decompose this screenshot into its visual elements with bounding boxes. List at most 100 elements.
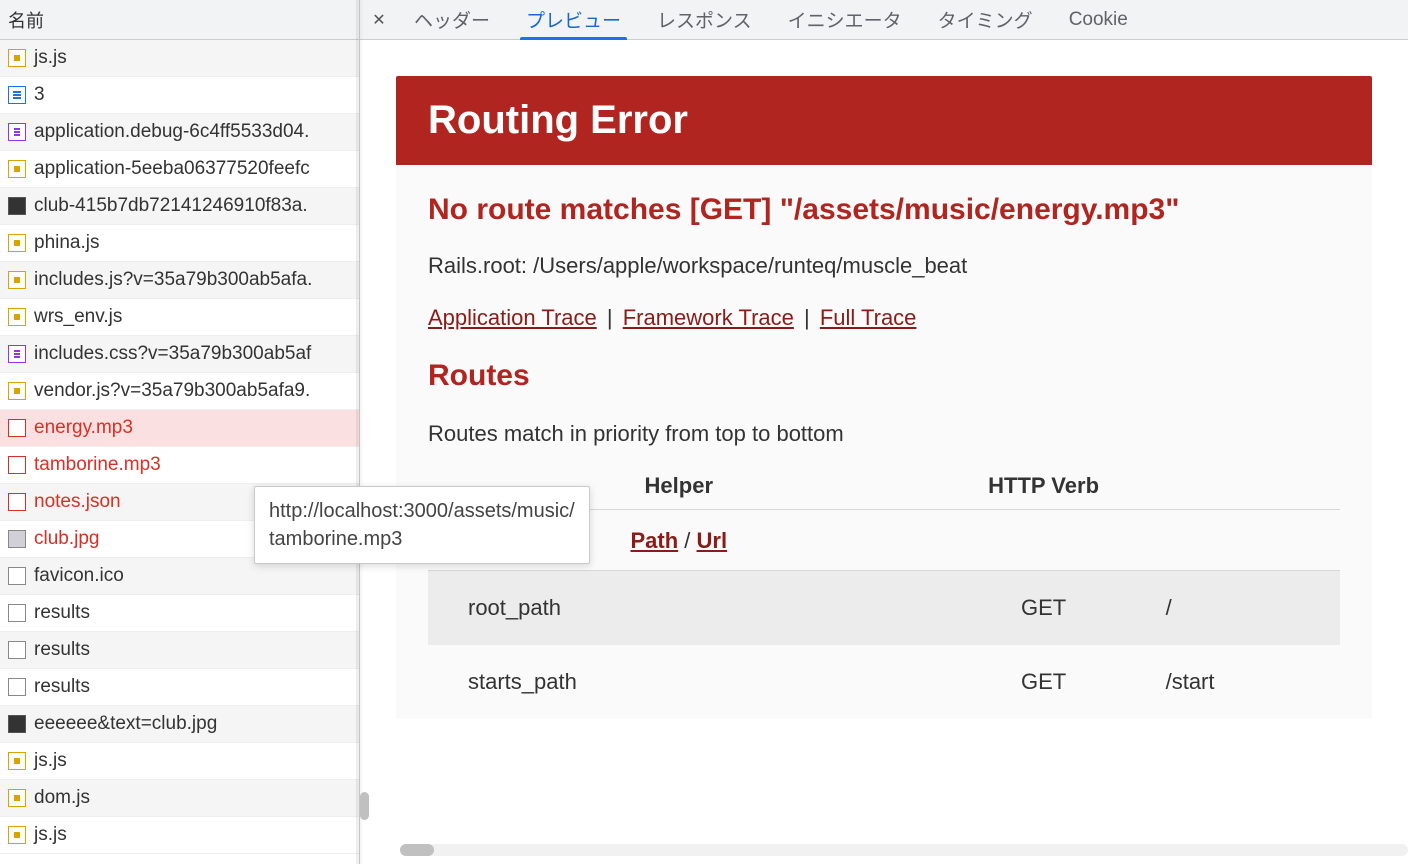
- request-row[interactable]: wrs_env.js: [0, 299, 359, 336]
- request-name: vendor.js?v=35a79b300ab5afa9.: [34, 380, 310, 402]
- img-file-icon: [8, 715, 26, 733]
- request-row[interactable]: results: [0, 669, 359, 706]
- js-file-icon: [8, 160, 26, 178]
- other-file-icon: [8, 678, 26, 696]
- other-file-icon: [8, 641, 26, 659]
- route-verb: GET: [930, 571, 1158, 646]
- full-trace-link[interactable]: Full Trace: [820, 305, 917, 330]
- err-file-icon: [8, 493, 26, 511]
- routes-heading: Routes: [428, 359, 1340, 393]
- request-row[interactable]: energy.mp3: [0, 410, 359, 447]
- js-file-icon: [8, 49, 26, 67]
- vertical-scrollbar-thumb[interactable]: [360, 792, 369, 820]
- scrollbar-thumb[interactable]: [400, 844, 434, 856]
- request-name: application.debug-6c4ff5533d04.: [34, 121, 309, 143]
- request-row[interactable]: results: [0, 632, 359, 669]
- request-name: eeeeee&text=club.jpg: [34, 713, 217, 735]
- name-column-header[interactable]: 名前: [0, 0, 359, 40]
- request-row[interactable]: dom.js: [0, 780, 359, 817]
- request-name: wrs_env.js: [34, 306, 122, 328]
- request-name: results: [34, 639, 90, 661]
- route-row: root_pathGET/: [428, 571, 1340, 646]
- route-helper: root_path: [428, 571, 930, 646]
- route-helper: starts_path: [428, 645, 930, 719]
- preview-area: Routing Error No route matches [GET] "/a…: [360, 40, 1408, 864]
- err-file-icon: [8, 419, 26, 437]
- request-name: favicon.ico: [34, 565, 124, 587]
- request-row[interactable]: 3: [0, 77, 359, 114]
- close-icon[interactable]: ✕: [366, 7, 392, 33]
- request-name: dom.js: [34, 787, 90, 809]
- request-row[interactable]: includes.js?v=35a79b300ab5afa.: [0, 262, 359, 299]
- css-file-icon: [8, 123, 26, 141]
- network-list-pane: 名前 js.js 3 application.debug-6c4ff5533d04.…: [0, 0, 360, 864]
- rails-error-title: Routing Error: [396, 76, 1372, 165]
- request-name: js.js: [34, 750, 67, 772]
- tab-0[interactable]: ヘッダー: [396, 0, 508, 40]
- framework-trace-link[interactable]: Framework Trace: [623, 305, 794, 330]
- url-link[interactable]: Url: [697, 528, 728, 553]
- tab-3[interactable]: イニシエータ: [770, 0, 920, 40]
- rails-root-path: Rails.root: /Users/apple/workspace/runte…: [428, 253, 1340, 279]
- request-name: results: [34, 676, 90, 698]
- js-file-icon: [8, 271, 26, 289]
- detail-pane: ✕ ヘッダープレビューレスポンスイニシエータタイミングCookie Routin…: [360, 0, 1408, 864]
- application-trace-link[interactable]: Application Trace: [428, 305, 597, 330]
- rails-error-page: Routing Error No route matches [GET] "/a…: [396, 76, 1372, 719]
- js-file-icon: [8, 789, 26, 807]
- css-file-icon: [8, 345, 26, 363]
- js-file-icon: [8, 234, 26, 252]
- request-row[interactable]: application.debug-6c4ff5533d04.: [0, 114, 359, 151]
- tab-2[interactable]: レスポンス: [639, 0, 770, 40]
- request-row[interactable]: js.js: [0, 817, 359, 854]
- route-path: /: [1158, 571, 1340, 646]
- rails-error-message: No route matches [GET] "/assets/music/en…: [428, 193, 1340, 227]
- request-row[interactable]: js.js: [0, 40, 359, 77]
- img-file-icon: [8, 197, 26, 215]
- request-row[interactable]: results: [0, 595, 359, 632]
- request-name: phina.js: [34, 232, 100, 254]
- request-name: club.jpg: [34, 528, 100, 550]
- request-row[interactable]: application-5eeba06377520feefc: [0, 151, 359, 188]
- path-link[interactable]: Path: [631, 528, 679, 553]
- col-verb: HTTP Verb: [930, 463, 1158, 510]
- request-name: js.js: [34, 824, 67, 846]
- route-verb: GET: [930, 645, 1158, 719]
- request-row[interactable]: includes.css?v=35a79b300ab5af: [0, 336, 359, 373]
- request-list: js.js 3 application.debug-6c4ff5533d04. app…: [0, 40, 359, 864]
- col-path: [1158, 463, 1340, 510]
- route-row: starts_pathGET/start: [428, 645, 1340, 719]
- url-tooltip: http://localhost:3000/assets/music/ tamb…: [254, 486, 590, 564]
- request-name: results: [34, 602, 90, 624]
- request-name: club-415b7db72141246910f83a.: [34, 195, 308, 217]
- request-row[interactable]: vendor.js?v=35a79b300ab5afa9.: [0, 373, 359, 410]
- other-file-icon: [8, 567, 26, 585]
- horizontal-scrollbar[interactable]: [400, 844, 1408, 856]
- tab-5[interactable]: Cookie: [1051, 0, 1146, 40]
- other-file-icon: [8, 604, 26, 622]
- js-file-icon: [8, 752, 26, 770]
- detail-tabbar: ✕ ヘッダープレビューレスポンスイニシエータタイミングCookie: [360, 0, 1408, 40]
- request-name: 3: [34, 84, 45, 106]
- request-row[interactable]: tamborine.mp3: [0, 447, 359, 484]
- imgerr-file-icon: [8, 530, 26, 548]
- request-name: tamborine.mp3: [34, 454, 161, 476]
- request-row[interactable]: phina.js: [0, 225, 359, 262]
- tab-4[interactable]: タイミング: [920, 0, 1051, 40]
- js-file-icon: [8, 382, 26, 400]
- route-path: /start: [1158, 645, 1340, 719]
- tab-1[interactable]: プレビュー: [508, 0, 639, 40]
- request-row[interactable]: js.js: [0, 743, 359, 780]
- request-name: notes.json: [34, 491, 121, 513]
- request-name: includes.css?v=35a79b300ab5af: [34, 343, 311, 365]
- rails-error-body: No route matches [GET] "/assets/music/en…: [396, 165, 1372, 719]
- js-file-icon: [8, 826, 26, 844]
- request-row[interactable]: club-415b7db72141246910f83a.: [0, 188, 359, 225]
- request-name: includes.js?v=35a79b300ab5afa.: [34, 269, 312, 291]
- request-name: js.js: [34, 47, 67, 69]
- request-name: application-5eeba06377520feefc: [34, 158, 310, 180]
- request-row[interactable]: eeeeee&text=club.jpg: [0, 706, 359, 743]
- request-name: energy.mp3: [34, 417, 133, 439]
- routes-note: Routes match in priority from top to bot…: [428, 421, 1340, 447]
- path-url-sep: /: [678, 528, 696, 553]
